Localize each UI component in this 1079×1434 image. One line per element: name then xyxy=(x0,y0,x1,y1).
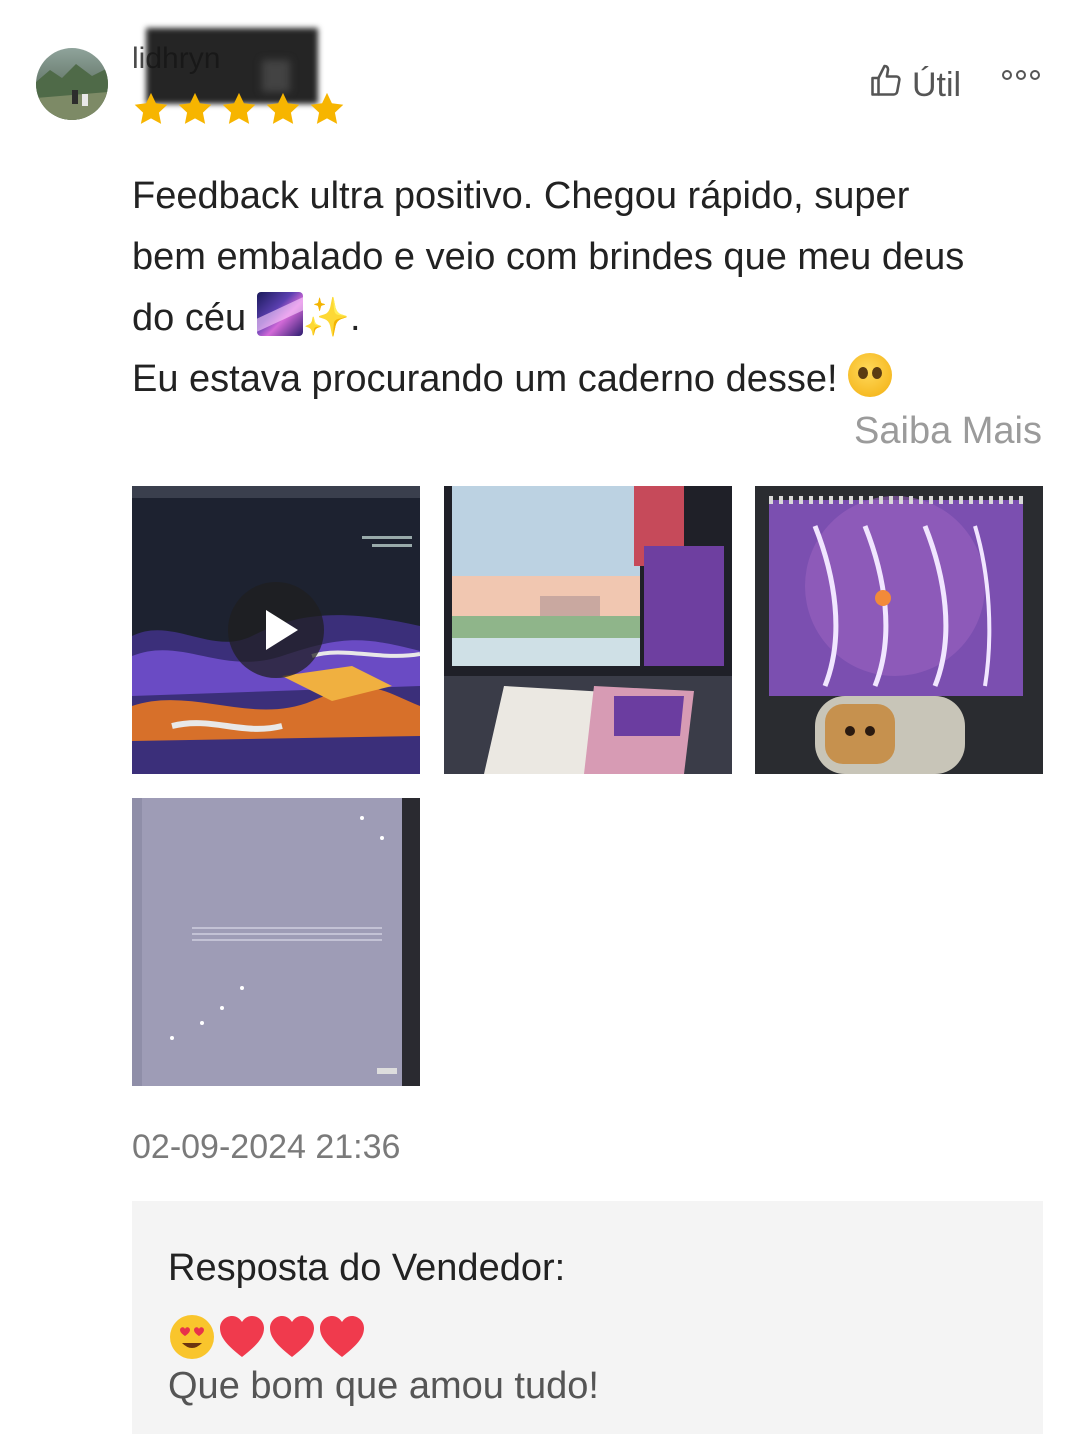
seller-reply-emojis xyxy=(168,1313,366,1366)
star-icon xyxy=(264,90,302,128)
star-icon xyxy=(132,90,170,128)
review-photo[interactable] xyxy=(444,486,732,774)
review-photo[interactable] xyxy=(132,798,420,1086)
review-text-line: bem embalado e veio com brindes que meu … xyxy=(132,236,965,278)
rating-stars xyxy=(132,90,346,128)
play-icon[interactable] xyxy=(228,582,324,678)
star-icon xyxy=(308,90,346,128)
heart-icon xyxy=(318,1313,366,1366)
read-more-link[interactable]: Saiba Mais xyxy=(854,410,1042,453)
seller-reply: Resposta do Vendedor: Que bom que amou t… xyxy=(132,1201,1043,1434)
review-text: Feedback ultra positivo. Chegou rápido, … xyxy=(132,166,1052,410)
sparkles-icon: ✨ xyxy=(302,297,350,339)
more-options-icon[interactable] xyxy=(1002,70,1040,80)
review-photo[interactable] xyxy=(755,486,1043,774)
seller-reply-title: Resposta do Vendedor: xyxy=(168,1247,566,1289)
review-text-line: do céu ✨. xyxy=(132,288,1052,349)
heart-icon xyxy=(218,1313,266,1366)
redaction-smudge xyxy=(262,60,290,92)
seller-reply-message: Que bom que amou tudo! xyxy=(168,1365,599,1407)
star-icon xyxy=(220,90,258,128)
reviewer-avatar[interactable] xyxy=(36,48,108,120)
review-text-line: Eu estava procurando um caderno desse! xyxy=(132,349,1052,410)
heart-icon xyxy=(268,1313,316,1366)
review-video-thumbnail[interactable] xyxy=(132,486,420,774)
useful-button[interactable]: Útil xyxy=(868,62,961,109)
heart-eyes-icon xyxy=(168,1313,216,1366)
thumbs-up-icon xyxy=(868,62,904,109)
review-text-line: Feedback ultra positivo. Chegou rápido, … xyxy=(132,175,910,217)
pleading-face-icon xyxy=(848,353,893,397)
reviewer-name-area: lidhryn xyxy=(132,20,322,104)
star-icon xyxy=(176,90,214,128)
useful-label: Útil xyxy=(912,66,962,104)
review-date: 02-09-2024 21:36 xyxy=(132,1128,401,1166)
milky-way-icon xyxy=(256,292,303,336)
